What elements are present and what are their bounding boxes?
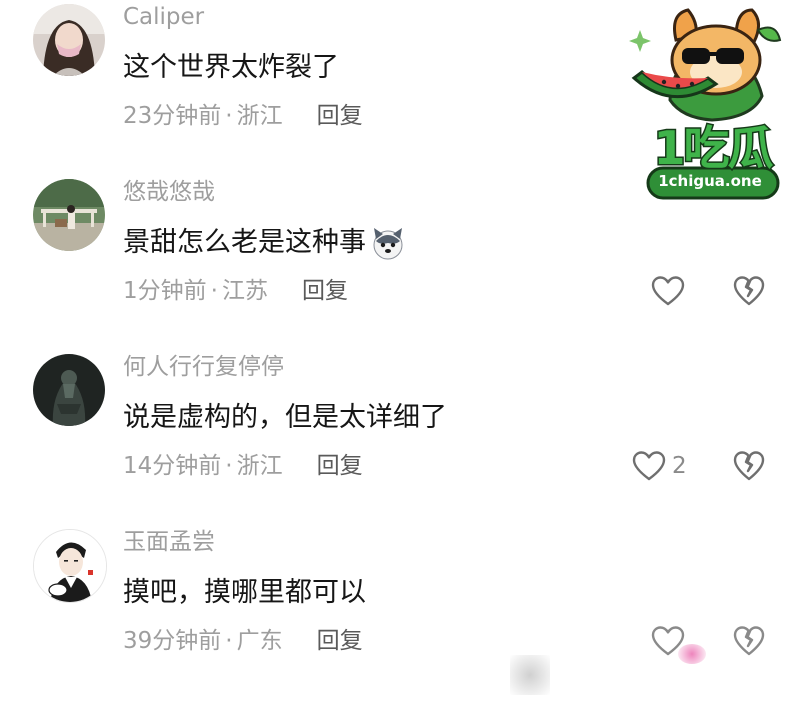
comment-meta: 23分钟前 · 浙江 回复 bbox=[123, 100, 363, 132]
comment-location: 浙江 bbox=[236, 103, 283, 129]
woman-with-mask-avatar-icon bbox=[33, 4, 105, 76]
comment-text-content: 摸吧，摸哪里都可以 bbox=[123, 577, 366, 608]
like-button[interactable] bbox=[651, 275, 691, 307]
blur-artifact bbox=[678, 644, 706, 664]
broken-heart-icon bbox=[733, 276, 765, 306]
husky-dog-emoji-icon bbox=[373, 228, 403, 260]
heart-icon bbox=[632, 451, 666, 481]
avatar[interactable] bbox=[33, 529, 107, 603]
comment-text: 景甜怎么老是这种事 bbox=[123, 225, 406, 261]
meta-separator: · bbox=[210, 278, 218, 304]
avatar[interactable] bbox=[33, 354, 105, 426]
broken-heart-icon bbox=[733, 451, 765, 481]
watermark-word: 1吃瓜 bbox=[652, 120, 775, 177]
dark-figure-avatar-icon bbox=[33, 354, 105, 426]
comment-meta: 14分钟前 · 浙江 回复 bbox=[123, 450, 363, 482]
broken-heart-icon bbox=[733, 626, 765, 656]
comment-item: 何人行行复停停 说是虚构的，但是太详细了 14分钟前 · 浙江 回复 2 bbox=[0, 350, 800, 525]
dislike-button[interactable] bbox=[733, 625, 765, 657]
dislike-button[interactable] bbox=[733, 450, 765, 482]
comment-text: 说是虚构的，但是太详细了 bbox=[123, 400, 447, 436]
avatar[interactable] bbox=[33, 179, 105, 251]
comment-text: 这个世界太炸裂了 bbox=[123, 50, 339, 86]
like-count: 2 bbox=[672, 453, 687, 479]
comment-location: 广东 bbox=[236, 628, 283, 654]
comment-text-content: 说是虚构的，但是太详细了 bbox=[123, 402, 447, 433]
comment-meta: 1分钟前 · 江苏 回复 bbox=[123, 275, 348, 307]
reply-button[interactable]: 回复 bbox=[317, 450, 363, 482]
comment-time: 1分钟前 bbox=[123, 278, 207, 304]
comment-text-content: 景甜怎么老是这种事 bbox=[123, 227, 366, 258]
comment-text-content: 这个世界太炸裂了 bbox=[123, 52, 339, 83]
dislike-button[interactable] bbox=[733, 275, 765, 307]
comment-time: 14分钟前 bbox=[123, 453, 222, 479]
meta-separator: · bbox=[225, 453, 233, 479]
reply-button[interactable]: 回复 bbox=[317, 625, 363, 657]
like-button[interactable]: 2 bbox=[632, 450, 687, 482]
comment-time: 23分钟前 bbox=[123, 103, 222, 129]
reply-button[interactable]: 回复 bbox=[302, 275, 348, 307]
comment-item: 玉面孟尝 摸吧，摸哪里都可以 39分钟前 · 广东 回复 bbox=[0, 525, 800, 700]
comment-text: 摸吧，摸哪里都可以 bbox=[123, 575, 366, 611]
username[interactable]: 玉面孟尝 bbox=[123, 527, 215, 557]
comment-meta: 39分钟前 · 广东 回复 bbox=[123, 625, 363, 657]
heart-icon bbox=[651, 276, 685, 306]
comment-time: 39分钟前 bbox=[123, 628, 222, 654]
username[interactable]: Caliper bbox=[123, 2, 204, 32]
avatar[interactable] bbox=[33, 4, 105, 76]
outdoor-scene-avatar-icon bbox=[33, 179, 105, 251]
meta-separator: · bbox=[225, 103, 233, 129]
comment-location: 江苏 bbox=[221, 278, 268, 304]
meta-separator: · bbox=[225, 628, 233, 654]
username[interactable]: 何人行行复停停 bbox=[123, 352, 284, 382]
username[interactable]: 悠哉悠哉 bbox=[123, 177, 215, 207]
cartoon-man-avatar-icon bbox=[34, 530, 106, 602]
blur-artifact bbox=[510, 655, 550, 695]
watermark-site: 1chigua.one bbox=[658, 172, 762, 190]
reply-button[interactable]: 回复 bbox=[317, 100, 363, 132]
comment-location: 浙江 bbox=[236, 453, 283, 479]
